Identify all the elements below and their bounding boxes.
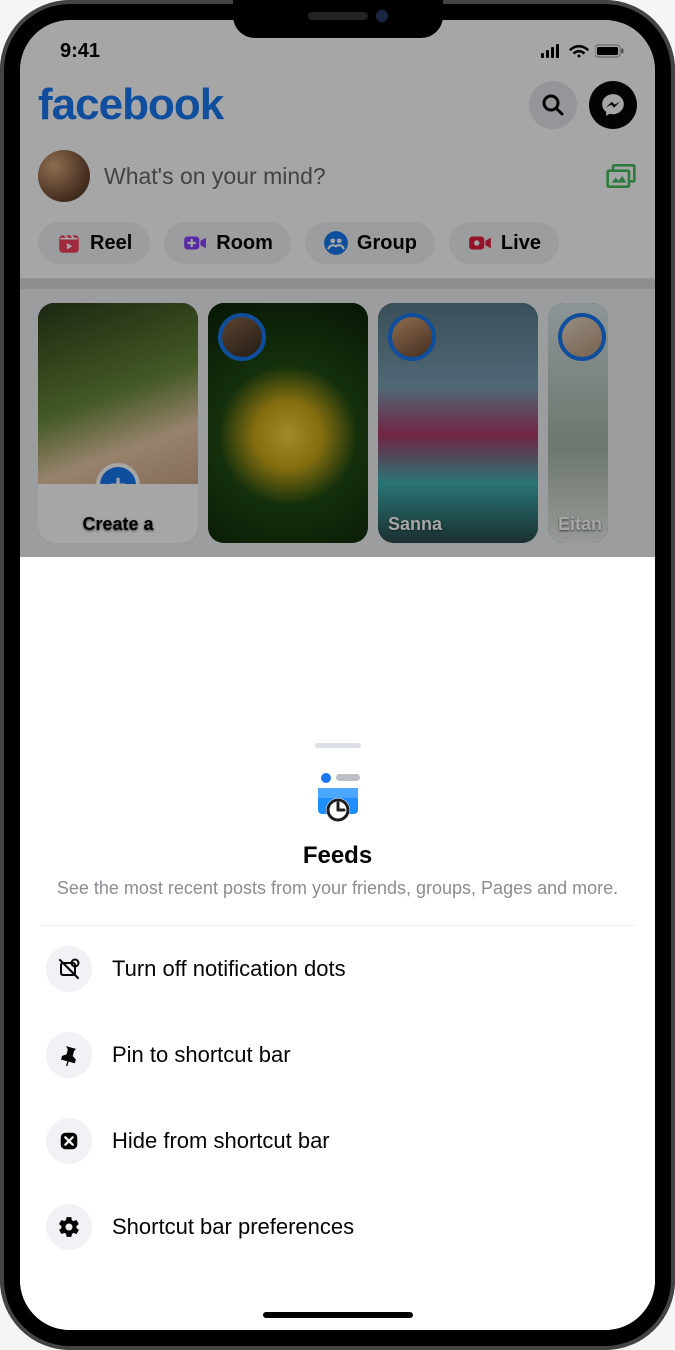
- background-content: 9:41 facebook: [20, 20, 655, 557]
- sheet-subtitle: See the most recent posts from your frie…: [40, 876, 635, 901]
- bottom-sheet: Feeds See the most recent posts from you…: [20, 729, 655, 1330]
- hide-icon: [46, 1118, 92, 1164]
- option-turn-off-dots[interactable]: Turn off notification dots: [40, 926, 635, 1012]
- option-pin[interactable]: Pin to shortcut bar: [40, 1012, 635, 1098]
- gear-icon: [46, 1204, 92, 1250]
- option-label: Hide from shortcut bar: [112, 1128, 330, 1154]
- screen: 9:41 facebook: [20, 20, 655, 1330]
- option-label: Turn off notification dots: [112, 956, 346, 982]
- device-notch: [233, 0, 443, 38]
- notification-dots-off-icon: [46, 946, 92, 992]
- option-label: Pin to shortcut bar: [112, 1042, 291, 1068]
- sheet-title: Feeds: [40, 842, 635, 870]
- option-hide[interactable]: Hide from shortcut bar: [40, 1098, 635, 1184]
- feeds-icon: [308, 768, 368, 828]
- sheet-handle[interactable]: [315, 743, 361, 748]
- option-label: Shortcut bar preferences: [112, 1214, 354, 1240]
- pin-icon: [46, 1032, 92, 1078]
- modal-backdrop[interactable]: [20, 20, 655, 557]
- home-indicator[interactable]: [263, 1312, 413, 1318]
- sheet-header: Feeds See the most recent posts from you…: [40, 768, 635, 926]
- option-preferences[interactable]: Shortcut bar preferences: [40, 1184, 635, 1270]
- device-frame: 9:41 facebook: [0, 0, 675, 1350]
